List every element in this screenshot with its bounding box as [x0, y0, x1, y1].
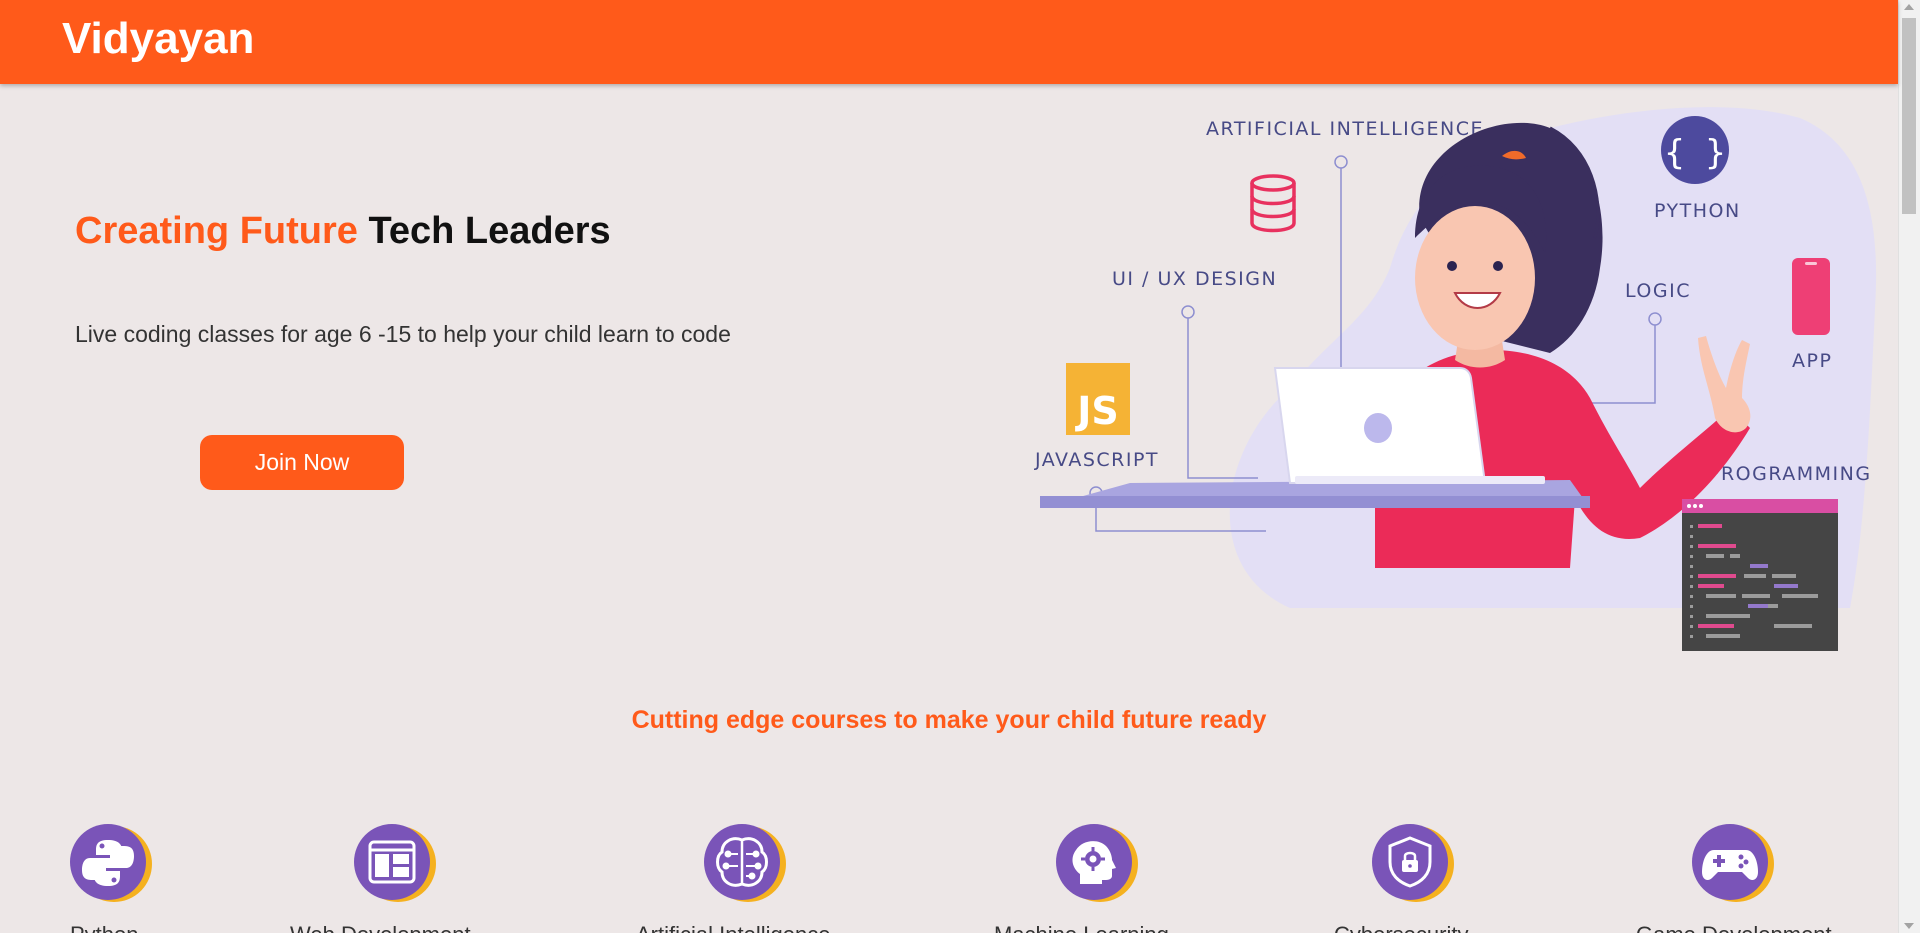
head-gear-icon: [1056, 824, 1138, 902]
course-cyber-label[interactable]: Cybersecurity: [1334, 922, 1468, 933]
code-editor-window: [1682, 499, 1838, 651]
label-ui-ux-design: UI / UX DESIGN: [1112, 268, 1277, 290]
scroll-up-arrow-icon[interactable]: [1904, 4, 1914, 10]
database-icon: [1250, 174, 1296, 233]
svg-text:JS: JS: [1074, 389, 1119, 433]
hero-title-rest: Tech Leaders: [368, 210, 611, 252]
hero-title: Creating Future Tech Leaders: [75, 210, 611, 253]
svg-text:{ }: { }: [1664, 133, 1725, 173]
course-web-icon[interactable]: [352, 822, 436, 906]
scroll-thumb[interactable]: [1902, 18, 1916, 214]
desk-edge: [1040, 496, 1590, 508]
web-layout-icon: [354, 824, 436, 902]
scroll-down-arrow-icon[interactable]: [1904, 923, 1914, 929]
label-app: APP: [1792, 350, 1832, 372]
join-now-button[interactable]: Join Now: [200, 435, 404, 490]
python-braces-icon: { }: [1661, 116, 1729, 184]
gamepad-icon: [1692, 824, 1774, 902]
hero-title-accent: Creating Future: [75, 210, 358, 252]
course-ml-label[interactable]: Machine Learning: [994, 922, 1169, 933]
course-python-label[interactable]: Python: [70, 922, 139, 933]
top-navbar: Vidyayan: [0, 0, 1898, 84]
courses-heading: Cutting edge courses to make your child …: [631, 706, 1267, 734]
course-ml-icon[interactable]: [1054, 822, 1138, 906]
label-programming: PROGRAMMING: [1708, 463, 1872, 485]
label-python: PYTHON: [1654, 200, 1741, 222]
course-game-label[interactable]: Game Development: [1636, 922, 1832, 933]
left-eye: [1447, 261, 1457, 271]
course-game-icon[interactable]: [1690, 822, 1774, 906]
brain-circuit-icon: [704, 824, 786, 902]
course-web-label[interactable]: Web Development: [290, 922, 471, 933]
hero-illustration: ARTIFICIAL INTELLIGENCE PYTHON UI / UX D…: [1034, 107, 1877, 651]
course-ai-icon[interactable]: [702, 822, 786, 906]
laptop-logo: [1364, 413, 1392, 443]
face: [1415, 206, 1535, 350]
right-eye: [1493, 261, 1503, 271]
label-javascript: JAVASCRIPT: [1034, 449, 1159, 471]
python-icon: [70, 824, 152, 902]
hero-subtitle: Live coding classes for age 6 -15 to hel…: [75, 321, 731, 347]
phone-app-icon: [1792, 258, 1830, 335]
page-scrollbar[interactable]: [1898, 0, 1920, 933]
javascript-badge-icon: JS: [1066, 363, 1130, 435]
brand-logo[interactable]: Vidyayan: [62, 14, 254, 64]
course-cyber-icon[interactable]: [1370, 822, 1454, 906]
shield-lock-icon: [1372, 824, 1454, 902]
course-ai-label[interactable]: Artificial Intelligence: [636, 922, 830, 933]
label-artificial-intelligence: ARTIFICIAL INTELLIGENCE: [1206, 118, 1484, 140]
laptop-base: [1295, 476, 1545, 484]
course-python-icon[interactable]: [68, 822, 152, 906]
label-logic: LOGIC: [1625, 280, 1691, 302]
